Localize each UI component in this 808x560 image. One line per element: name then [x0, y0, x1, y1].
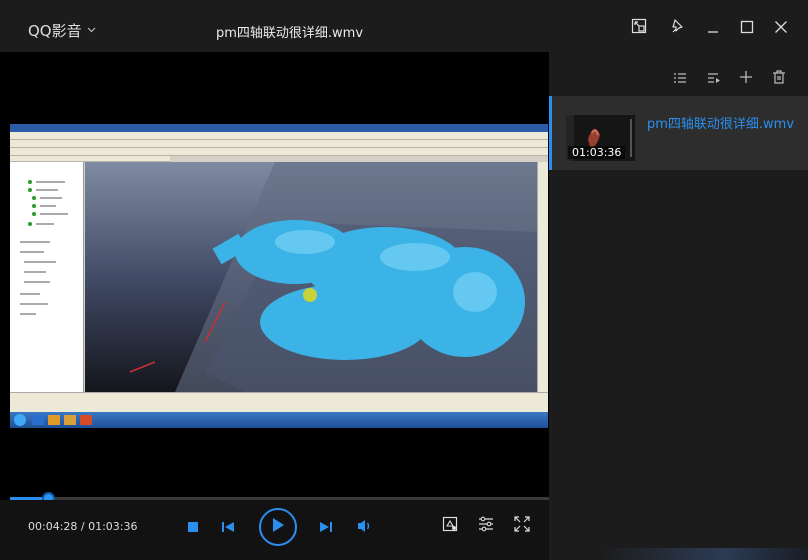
playlist-item[interactable]: 01:03:36 pm四轴联动很详细.wmv: [549, 96, 808, 170]
app-name: QQ影音: [28, 22, 82, 40]
add-button[interactable]: [738, 70, 754, 86]
video-toolbar-row: [10, 132, 548, 140]
play-order-button[interactable]: [706, 70, 722, 86]
stop-icon: [187, 518, 199, 537]
app-menu-button[interactable]: QQ影音: [28, 20, 96, 41]
file-title: pm四轴联动很详细.wmv: [216, 26, 364, 41]
video-app-titlebar: [10, 124, 548, 132]
playback-controls: 00:04:28 / 01:03:36: [0, 500, 549, 560]
settings-icon: [478, 516, 494, 536]
video-toolbar-row: [10, 140, 548, 148]
previous-icon: [221, 518, 235, 537]
list-view-button[interactable]: [672, 70, 688, 86]
maximize-button[interactable]: [737, 18, 757, 38]
fullscreen-icon: [514, 516, 530, 536]
mini-mode-button[interactable]: [629, 18, 649, 38]
next-icon: [319, 518, 333, 537]
video-explorer-tree: [10, 162, 84, 392]
close-button[interactable]: [771, 18, 791, 38]
delete-button[interactable]: [771, 69, 787, 88]
minimize-button[interactable]: [703, 18, 723, 38]
play-icon: [271, 517, 285, 537]
title-bar: QQ影音 pm四轴联动很详细.wmv: [0, 0, 808, 52]
decorative-glow: [600, 548, 808, 560]
video-area[interactable]: [0, 52, 549, 492]
next-button[interactable]: [317, 518, 335, 536]
volume-icon: [357, 518, 373, 537]
video-frame[interactable]: [10, 124, 548, 428]
play-order-icon: [707, 69, 721, 88]
play-button[interactable]: [259, 508, 297, 546]
video-side-toolbar: [537, 162, 548, 392]
close-icon: [774, 19, 788, 38]
screenshot-icon: [442, 516, 458, 536]
screenshot-button[interactable]: [440, 516, 460, 536]
settings-button[interactable]: [476, 516, 496, 536]
mini-mode-icon: [631, 18, 647, 38]
time-display: 00:04:28 / 01:03:36: [28, 520, 138, 533]
previous-button[interactable]: [219, 518, 237, 536]
delete-icon: [772, 69, 786, 88]
video-3d-viewport: [85, 162, 537, 392]
playlist-panel: 01:03:36 pm四轴联动很详细.wmv: [549, 52, 808, 560]
volume-button[interactable]: [355, 518, 375, 536]
playlist-item-name: pm四轴联动很详细.wmv: [647, 117, 795, 132]
maximize-icon: [740, 19, 754, 38]
list-view-icon: [673, 69, 687, 88]
video-taskbar: [10, 412, 548, 428]
chevron-down-icon: [87, 26, 96, 36]
add-icon: [739, 69, 753, 88]
pin-button[interactable]: [668, 18, 688, 38]
video-toolbar-row: [10, 148, 548, 156]
video-status-bar: [10, 392, 548, 412]
stop-button[interactable]: [184, 518, 202, 536]
pin-icon: [670, 18, 686, 38]
minimize-icon: [706, 19, 720, 38]
playlist-thumbnail: 01:03:36: [566, 115, 635, 161]
selected-indicator: [549, 96, 552, 170]
fullscreen-button[interactable]: [512, 516, 532, 536]
playlist-item-duration: 01:03:36: [568, 146, 626, 159]
